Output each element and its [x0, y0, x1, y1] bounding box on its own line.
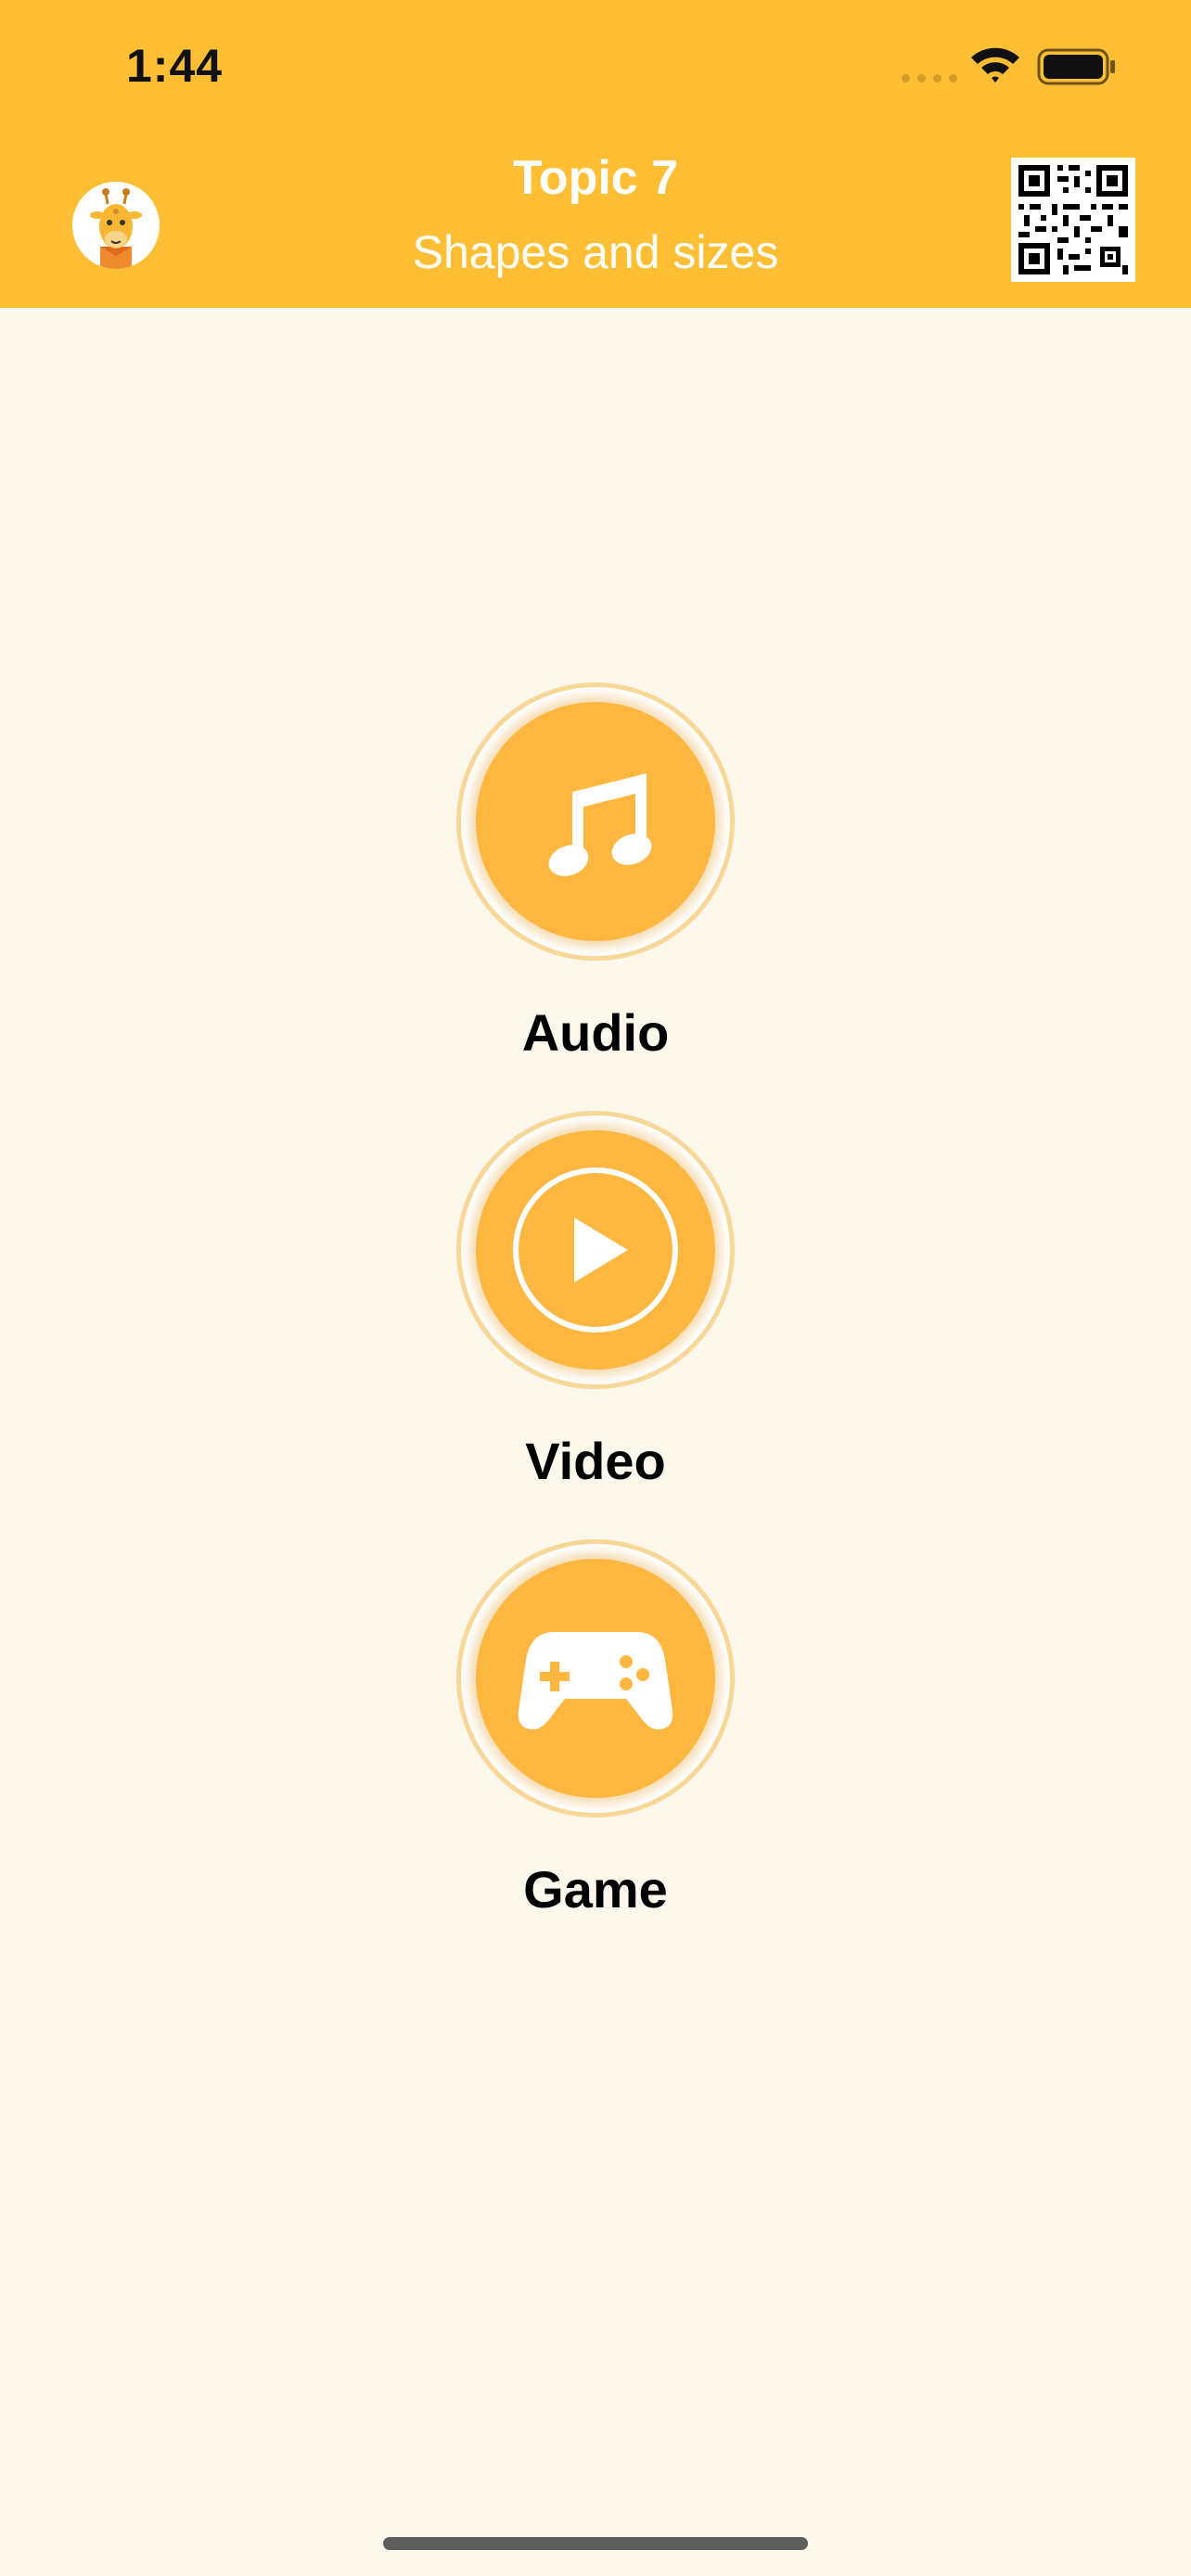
video-button[interactable] [456, 1111, 735, 1389]
header-bar: 1:44 Topic 7 Shapes and sizes [0, 0, 1191, 308]
game-button[interactable] [456, 1539, 735, 1817]
gamepad-icon [518, 1632, 673, 1729]
page-subtitle: Shapes and sizes [412, 226, 779, 278]
qr-code-icon [1011, 158, 1135, 282]
status-time: 1:44 [126, 40, 224, 92]
qr-code-button[interactable] [1011, 158, 1135, 282]
cellular-signal-icon [902, 74, 957, 83]
video-label: Video [525, 1432, 666, 1490]
game-label: Game [523, 1860, 668, 1919]
audio-button[interactable] [456, 682, 735, 961]
home-indicator[interactable] [383, 2537, 808, 2550]
audio-menu-item[interactable]: Audio [456, 682, 735, 1063]
game-menu-item[interactable]: Game [456, 1539, 735, 1919]
giraffe-icon [72, 182, 160, 269]
video-menu-item[interactable]: Video [456, 1111, 735, 1491]
battery-icon [1037, 48, 1115, 85]
play-icon [513, 1167, 678, 1333]
page-title: Topic 7 [512, 151, 679, 205]
wifi-icon [971, 47, 1019, 83]
audio-label: Audio [521, 1003, 670, 1062]
header-title-block: Topic 7 Shapes and sizes [224, 148, 967, 282]
giraffe-avatar[interactable] [72, 182, 160, 269]
music-note-icon [548, 773, 652, 876]
